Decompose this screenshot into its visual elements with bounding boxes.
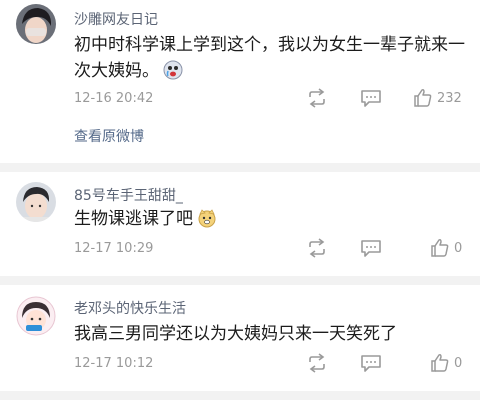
comment-text: 我高三男同学还以为大姨妈只来一天笑死了 (74, 321, 468, 347)
section-divider (0, 391, 480, 400)
like-button[interactable]: 232 (413, 88, 462, 108)
thumbs-up-icon (431, 354, 449, 372)
comment-button[interactable] (360, 353, 382, 373)
repost-button[interactable] (306, 238, 328, 258)
comment-button[interactable] (360, 88, 382, 108)
doge-emoji-icon (197, 208, 217, 236)
comment-item: 85号车手王甜甜_ 生物课逃课了吧 12-17 10:29 0 (0, 172, 480, 276)
comment-button[interactable] (360, 238, 382, 258)
comment-text-body: 初中时科学课上学到这个，我以为女生一辈子就来一次大姨妈。 (74, 35, 465, 81)
comment-username[interactable]: 老邓头的快乐生活 (74, 298, 186, 318)
like-count: 0 (454, 355, 463, 371)
comment-icon (361, 240, 381, 257)
cartoon-girl-avatar-icon (16, 296, 56, 336)
comment-icon (361, 90, 381, 107)
comment-text-body: 生物课逃课了吧 (74, 209, 193, 229)
section-divider (0, 276, 480, 285)
boy-portrait-avatar-icon (16, 182, 56, 222)
comment-timestamp: 12-16 20:42 (74, 91, 154, 106)
like-count: 232 (437, 90, 462, 106)
comment-username[interactable]: 85号车手王甜甜_ (74, 185, 183, 205)
repost-button[interactable] (306, 353, 328, 373)
comment-text-body: 我高三男同学还以为大姨妈只来一天笑死了 (74, 324, 397, 344)
comment-text: 生物课逃课了吧 (74, 206, 468, 236)
comment-timestamp: 12-17 10:12 (74, 356, 154, 371)
comment-item: 老邓头的快乐生活 我高三男同学还以为大姨妈只来一天笑死了 12-17 10:12… (0, 285, 480, 391)
avatar[interactable] (16, 296, 56, 336)
view-original-link[interactable]: 查看原微博 (74, 126, 144, 146)
like-count: 0 (454, 240, 463, 256)
comment-timestamp: 12-17 10:29 (74, 241, 154, 256)
comment-username[interactable]: 沙雕网友日记 (74, 9, 158, 29)
dark-hair-portrait-avatar-icon (16, 4, 56, 44)
comment-icon (361, 355, 381, 372)
thumbs-up-icon (414, 89, 432, 107)
section-divider (0, 163, 480, 172)
repost-icon (309, 238, 325, 258)
thumbs-up-icon (431, 239, 449, 257)
like-button[interactable]: 0 (430, 238, 462, 258)
repost-icon (309, 353, 325, 373)
repost-icon (309, 88, 325, 108)
like-button[interactable]: 0 (430, 353, 462, 373)
repost-button[interactable] (306, 88, 328, 108)
crying-ghost-emoji-icon (163, 60, 183, 88)
avatar[interactable] (16, 182, 56, 222)
comment-text: 初中时科学课上学到这个，我以为女生一辈子就来一次大姨妈。 (74, 32, 468, 88)
comment-item: 沙雕网友日记 初中时科学课上学到这个，我以为女生一辈子就来一次大姨妈。 12-1… (0, 0, 480, 163)
avatar[interactable] (16, 4, 56, 44)
